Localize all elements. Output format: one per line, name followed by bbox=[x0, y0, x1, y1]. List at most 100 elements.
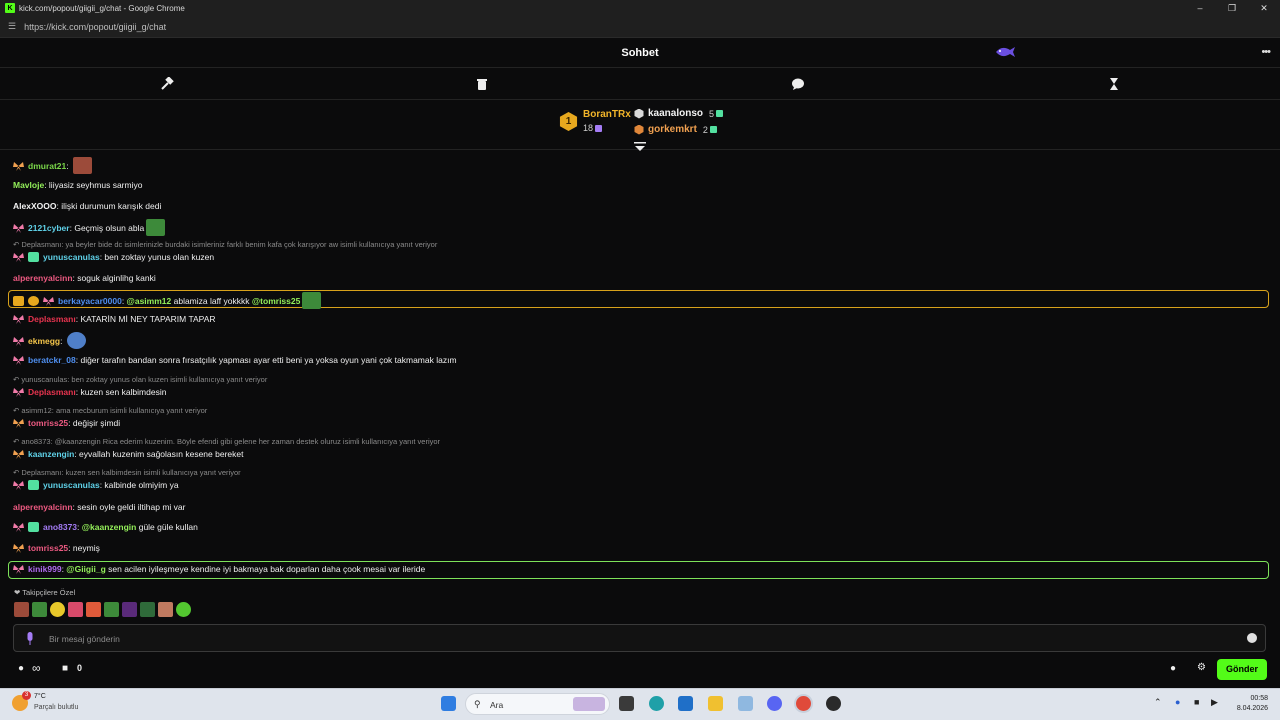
taskbar-search[interactable]: ⚲ Ara bbox=[465, 693, 610, 715]
chat-message[interactable]: Mavloje: liiyasiz seyhmus sarmiyo bbox=[13, 180, 142, 190]
send-button[interactable]: Gönder bbox=[1217, 659, 1267, 680]
chat-bottom-bar: ● ∞ ■ 0 ● ⚙ bbox=[0, 656, 1280, 684]
moderation-toolbar bbox=[0, 69, 1280, 100]
gift-sub-badge-icon bbox=[28, 522, 39, 532]
chat-message[interactable]: berkayacar0000: @asimm12 ablamiza laff y… bbox=[13, 292, 322, 309]
url-text[interactable]: https://kick.com/popout/giigii_g/chat bbox=[24, 22, 166, 32]
address-bar[interactable]: ☰ https://kick.com/popout/giigii_g/chat bbox=[0, 16, 1280, 38]
edge-browser-icon[interactable] bbox=[649, 696, 664, 711]
pepe-emote-icon[interactable] bbox=[104, 602, 119, 617]
more-options-icon[interactable]: ••• bbox=[1261, 46, 1271, 58]
chat-bubble-icon[interactable] bbox=[791, 77, 805, 91]
reply-context[interactable]: ↶ Deplasmanı: ya beyler bide dc isimleri… bbox=[13, 240, 437, 249]
window-controls: – ❐ ✕ bbox=[1184, 0, 1280, 16]
leader-first-name[interactable]: BoranTRx bbox=[583, 109, 631, 120]
rank-one-badge-icon bbox=[28, 295, 39, 306]
app-icon[interactable] bbox=[826, 696, 841, 711]
chat-input-box[interactable]: Bir mesaj gönderin bbox=[13, 624, 1266, 652]
emote-icon[interactable] bbox=[14, 602, 29, 617]
chat-message[interactable]: tomriss25: neymiş bbox=[13, 543, 100, 553]
chat-settings-bubble-icon[interactable]: ● bbox=[1170, 663, 1176, 674]
leader-third[interactable]: gorkemkrt 2 bbox=[634, 124, 717, 135]
close-window-button[interactable]: ✕ bbox=[1248, 0, 1280, 16]
collapse-icon[interactable] bbox=[634, 142, 646, 152]
gear-icon[interactable]: ⚙ bbox=[1197, 662, 1206, 673]
chat-message[interactable]: AlexXOOO: ilişki durumum karışık dedi bbox=[13, 201, 161, 211]
chat-message[interactable]: alperenyalcinn: soguk alginlihg kanki bbox=[13, 273, 156, 283]
file-explorer-icon[interactable] bbox=[708, 696, 723, 711]
task-view-icon[interactable] bbox=[619, 696, 634, 711]
chat-message[interactable]: yunuscanulas: kalbinde olmiyim ya bbox=[13, 480, 179, 490]
emote-icon[interactable] bbox=[122, 602, 137, 617]
chat-message[interactable]: Deplasmanı: kuzen sen kalbimdesin bbox=[13, 387, 166, 397]
butterfly-badge-icon bbox=[13, 544, 24, 553]
chat-message[interactable]: ekmegg: bbox=[13, 332, 86, 349]
emote-icon[interactable] bbox=[86, 602, 101, 617]
chat-message[interactable]: yunuscanulas: ben zoktay yunus olan kuze… bbox=[13, 252, 214, 262]
butterfly-badge-icon bbox=[13, 388, 24, 397]
gift-icon bbox=[595, 125, 603, 133]
gift-icon bbox=[709, 126, 717, 133]
network-icon[interactable]: ■ bbox=[1194, 697, 1199, 707]
tray-chevron-icon[interactable]: ⌃ bbox=[1154, 697, 1162, 708]
emote-icon[interactable] bbox=[50, 602, 65, 617]
emote-icon bbox=[73, 157, 92, 174]
butterfly-badge-icon bbox=[13, 161, 24, 171]
windows-taskbar bbox=[0, 688, 1280, 720]
chat-message[interactable]: beratckr_08: diğer tarafın bandan sonra … bbox=[13, 355, 457, 365]
window-titlebar: K kick.com/popout/giigii_g/chat - Google… bbox=[0, 0, 1280, 16]
butterfly-badge-icon bbox=[13, 450, 24, 459]
restore-button[interactable]: ❐ bbox=[1216, 0, 1248, 16]
fish-decoration-icon bbox=[996, 47, 1015, 57]
chat-header: Sohbet ••• bbox=[0, 38, 1280, 68]
emote-icon[interactable] bbox=[176, 602, 191, 617]
pepe-emote-icon bbox=[146, 219, 166, 236]
chat-message[interactable]: Deplasmanı: KATARİN Mİ NEY TAPARIM TAPAR bbox=[13, 314, 216, 324]
window-title: kick.com/popout/giigii_g/chat - Google C… bbox=[19, 3, 185, 13]
store-count: 0 bbox=[77, 663, 83, 673]
chat-message[interactable]: ano8373: @kaanzengin güle güle kullan bbox=[13, 522, 198, 532]
emote-icon[interactable] bbox=[140, 602, 155, 617]
discord-icon[interactable] bbox=[767, 696, 782, 711]
taskbar-clock[interactable]: 00:58 8.04.2026 bbox=[1230, 694, 1268, 714]
microphone-tray-icon[interactable]: ● bbox=[1175, 697, 1180, 707]
chat-input-placeholder[interactable]: Bir mesaj gönderin bbox=[49, 634, 120, 644]
chat-message[interactable]: alperenyalcinn: sesin oyle geldi iltihap… bbox=[13, 502, 185, 512]
chat-message[interactable]: tomriss25: değişir şimdi bbox=[13, 418, 120, 428]
butterfly-badge-icon bbox=[13, 315, 24, 324]
emoji-picker-icon[interactable] bbox=[1247, 633, 1257, 643]
butterfly-badge-icon bbox=[13, 223, 24, 233]
chat-title: Sohbet bbox=[621, 46, 659, 59]
reply-context[interactable]: ↶ yunuscanulas: ben zoktay yunus olan ku… bbox=[13, 375, 267, 384]
reply-context[interactable]: ↶ asimm12: ama mecburum isimli kullanıcı… bbox=[13, 406, 207, 415]
store-app-icon[interactable] bbox=[678, 696, 693, 711]
emote-icon[interactable] bbox=[68, 602, 83, 617]
trash-icon[interactable] bbox=[475, 77, 489, 91]
settings-app-icon[interactable] bbox=[738, 696, 753, 711]
pepe-emote-icon[interactable] bbox=[32, 602, 47, 617]
hourglass-icon[interactable] bbox=[1107, 77, 1121, 91]
chat-message[interactable]: kaanzengin: eyvallah kuzenim sağolasın k… bbox=[13, 449, 243, 459]
leader-second[interactable]: kaanalonso 5 bbox=[634, 108, 724, 119]
reply-context[interactable]: ↶ ano8373: @kaanzengin Rica ederim kuzen… bbox=[13, 437, 440, 446]
chat-message[interactable]: dmurat21: bbox=[13, 157, 92, 174]
emote-icon[interactable] bbox=[158, 602, 173, 617]
chat-message[interactable]: kinik999: @Giigii_g sen acilen iyileşmey… bbox=[13, 564, 425, 574]
butterfly-badge-icon bbox=[13, 336, 24, 346]
chat-message[interactable]: 2121cyber: Geçmiş olsun abla bbox=[13, 219, 166, 236]
pepe-emote-icon bbox=[302, 292, 322, 309]
store-icon[interactable]: ■ bbox=[62, 663, 68, 674]
minimize-button[interactable]: – bbox=[1184, 0, 1216, 16]
site-settings-icon[interactable]: ☰ bbox=[8, 21, 16, 32]
gift-icon bbox=[716, 110, 724, 117]
microphone-icon[interactable] bbox=[26, 632, 34, 645]
kick-favicon-icon: K bbox=[5, 3, 15, 13]
reply-context[interactable]: ↶ Deplasmanı: kuzen sen kalbimdesin isim… bbox=[13, 468, 241, 477]
chrome-icon[interactable] bbox=[796, 696, 811, 711]
hammer-icon[interactable] bbox=[160, 77, 174, 91]
volume-icon[interactable]: ▶ bbox=[1211, 697, 1218, 708]
points-value[interactable]: ∞ bbox=[32, 661, 41, 675]
butterfly-badge-icon bbox=[13, 356, 24, 365]
windows-start-icon[interactable] bbox=[441, 696, 456, 711]
points-icon[interactable]: ● bbox=[18, 663, 24, 674]
